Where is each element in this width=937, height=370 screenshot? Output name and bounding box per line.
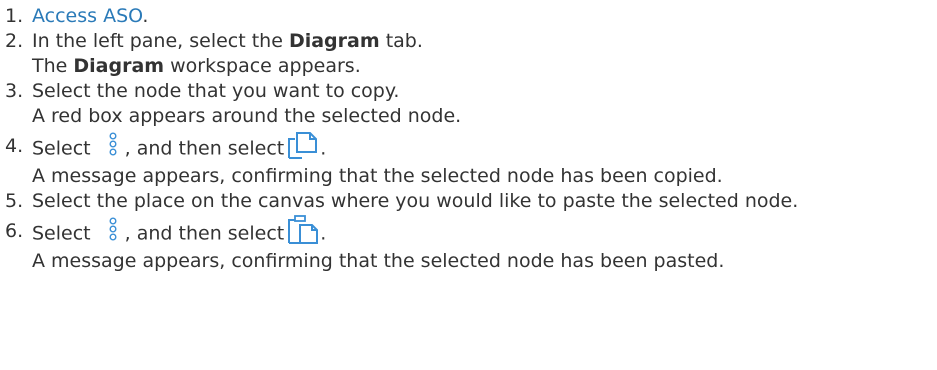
step-instruction: Select , and then select. [32,215,937,249]
step-instruction: In the left pane, select the Diagram tab… [32,29,937,54]
step-instruction: Select the place on the canvas where you… [32,190,799,212]
step-result: The Diagram workspace appears. [32,54,937,79]
result-text: workspace appears. [164,55,361,77]
more-vertical-icon [105,217,121,245]
instruction-text: . [320,222,327,245]
instruction-text: In the left pane, select the [32,30,289,52]
step-number: 4. [5,135,24,157]
step-result: A red box appears around the selected no… [32,105,462,127]
instruction-text: Select [32,222,97,245]
instruction-text: Select [32,137,97,160]
step-number: 5. [5,190,24,212]
step-6: 6. Select , and then select. A message a… [0,215,937,274]
instruction-text: , and then select [124,222,285,245]
step-list: 1. Access ASO. 2. In the left pane, sele… [0,4,937,274]
instruction-text: . [320,137,327,160]
step-number: 6. [5,220,24,242]
instruction-text: , and then select [124,137,285,160]
step-instruction: Select the node that you want to copy. [32,80,400,102]
step-5: 5. Select the place on the canvas where … [0,189,937,214]
step-result: A message appears, confirming that the s… [32,165,723,187]
paste-icon [286,215,320,245]
access-aso-link[interactable]: Access ASO [32,5,142,27]
step-number: 1. [5,5,24,27]
step-instruction: Select , and then select. [32,132,937,164]
instruction-text: tab. [379,30,423,52]
more-vertical-icon [105,132,121,160]
step-number: 2. [5,30,24,52]
result-text: The [32,55,74,77]
step-instruction: Access ASO. [32,4,937,29]
ui-term-diagram: Diagram [73,55,165,77]
step-1: 1. Access ASO. [0,4,937,29]
procedure-page: 1. Access ASO. 2. In the left pane, sele… [0,0,937,370]
step-2: 2. In the left pane, select the Diagram … [0,29,937,79]
step-punctuation: . [142,5,149,27]
ui-term-diagram: Diagram [288,30,380,52]
step-3: 3. Select the node that you want to copy… [0,79,937,129]
step-4: 4. Select , and then select. A message a… [0,132,937,189]
step-result: A message appears, confirming that the s… [32,250,725,272]
step-number: 3. [5,80,24,102]
copy-icon [286,130,320,160]
